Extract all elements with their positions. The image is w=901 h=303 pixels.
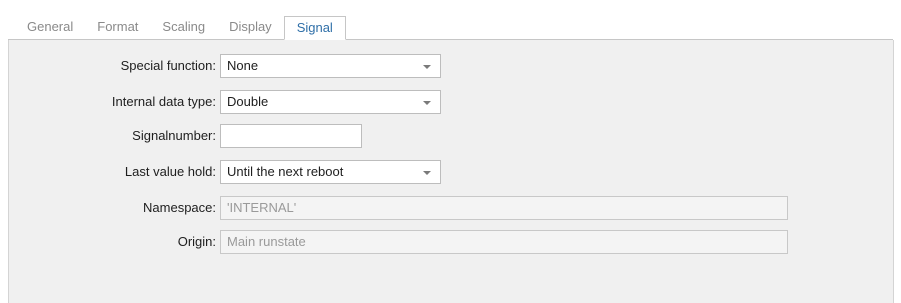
signalnumber-row: Signalnumber:	[9, 124, 893, 148]
internal-data-type-value: Double	[227, 94, 269, 109]
chevron-down-icon	[423, 101, 431, 105]
namespace-field: 'INTERNAL'	[220, 196, 788, 220]
origin-label: Origin:	[177, 234, 216, 249]
chevron-down-icon	[423, 171, 431, 175]
tab-signal[interactable]: Signal	[283, 16, 346, 40]
special-function-select[interactable]: None	[220, 54, 441, 78]
chevron-down-icon	[423, 65, 431, 69]
special-function-row: Special function: None	[9, 54, 893, 78]
last-value-hold-row: Last value hold: Until the next reboot	[9, 160, 893, 184]
tab-display[interactable]: Display	[217, 16, 284, 40]
origin-row: Origin: Main runstate	[9, 230, 893, 254]
special-function-label: Special function:	[120, 58, 216, 73]
internal-data-type-label: Internal data type:	[111, 94, 216, 109]
signalnumber-label: Signalnumber:	[132, 128, 216, 143]
tab-divider	[8, 39, 893, 40]
internal-data-type-row: Internal data type: Double	[9, 90, 893, 114]
tab-strip: General Format Scaling Display Signal	[0, 0, 901, 40]
properties-dialog: General Format Scaling Display Signal Sp…	[0, 0, 901, 303]
last-value-hold-select[interactable]: Until the next reboot	[220, 160, 441, 184]
tab-format[interactable]: Format	[85, 16, 150, 40]
internal-data-type-select[interactable]: Double	[220, 90, 441, 114]
tab-scaling[interactable]: Scaling	[150, 16, 217, 40]
signalnumber-input[interactable]	[220, 124, 362, 148]
namespace-row: Namespace: 'INTERNAL'	[9, 196, 893, 220]
tab-general[interactable]: General	[17, 16, 85, 40]
tab-list: General Format Scaling Display Signal	[17, 16, 346, 40]
special-function-value: None	[227, 58, 259, 73]
last-value-hold-label: Last value hold:	[124, 164, 216, 179]
origin-field: Main runstate	[220, 230, 788, 254]
last-value-hold-value: Until the next reboot	[227, 164, 344, 179]
namespace-label: Namespace:	[143, 200, 216, 215]
signal-settings-panel: Special function: None Internal data typ…	[8, 40, 894, 303]
